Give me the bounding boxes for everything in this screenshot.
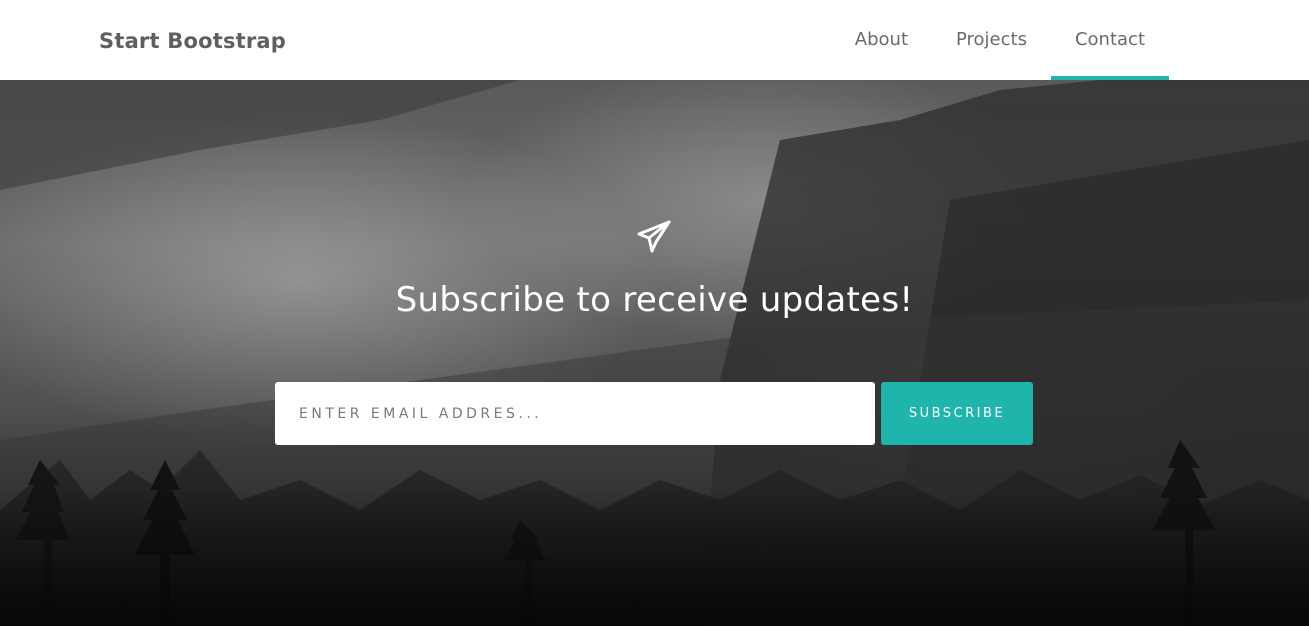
- subscribe-button[interactable]: SUBSCRIBE: [881, 382, 1033, 445]
- nav-item-label: Projects: [956, 29, 1027, 50]
- subscribe-heading: Subscribe to receive updates!: [395, 280, 914, 320]
- paper-plane-icon: [636, 219, 672, 255]
- navbar: Start Bootstrap About Projects Contact: [0, 0, 1309, 80]
- email-input[interactable]: [275, 382, 875, 445]
- nav-item-contact[interactable]: Contact: [1050, 0, 1170, 80]
- nav-menu: About Projects Contact: [831, 0, 1170, 80]
- nav-item-projects[interactable]: Projects: [932, 0, 1051, 80]
- nav-item-label: Contact: [1074, 29, 1145, 50]
- brand-link[interactable]: Start Bootstrap: [99, 28, 286, 54]
- nav-item-about[interactable]: About: [831, 0, 932, 80]
- subscribe-section: Subscribe to receive updates! SUBSCRIBE: [0, 80, 1309, 626]
- nav-item-label: About: [854, 29, 908, 50]
